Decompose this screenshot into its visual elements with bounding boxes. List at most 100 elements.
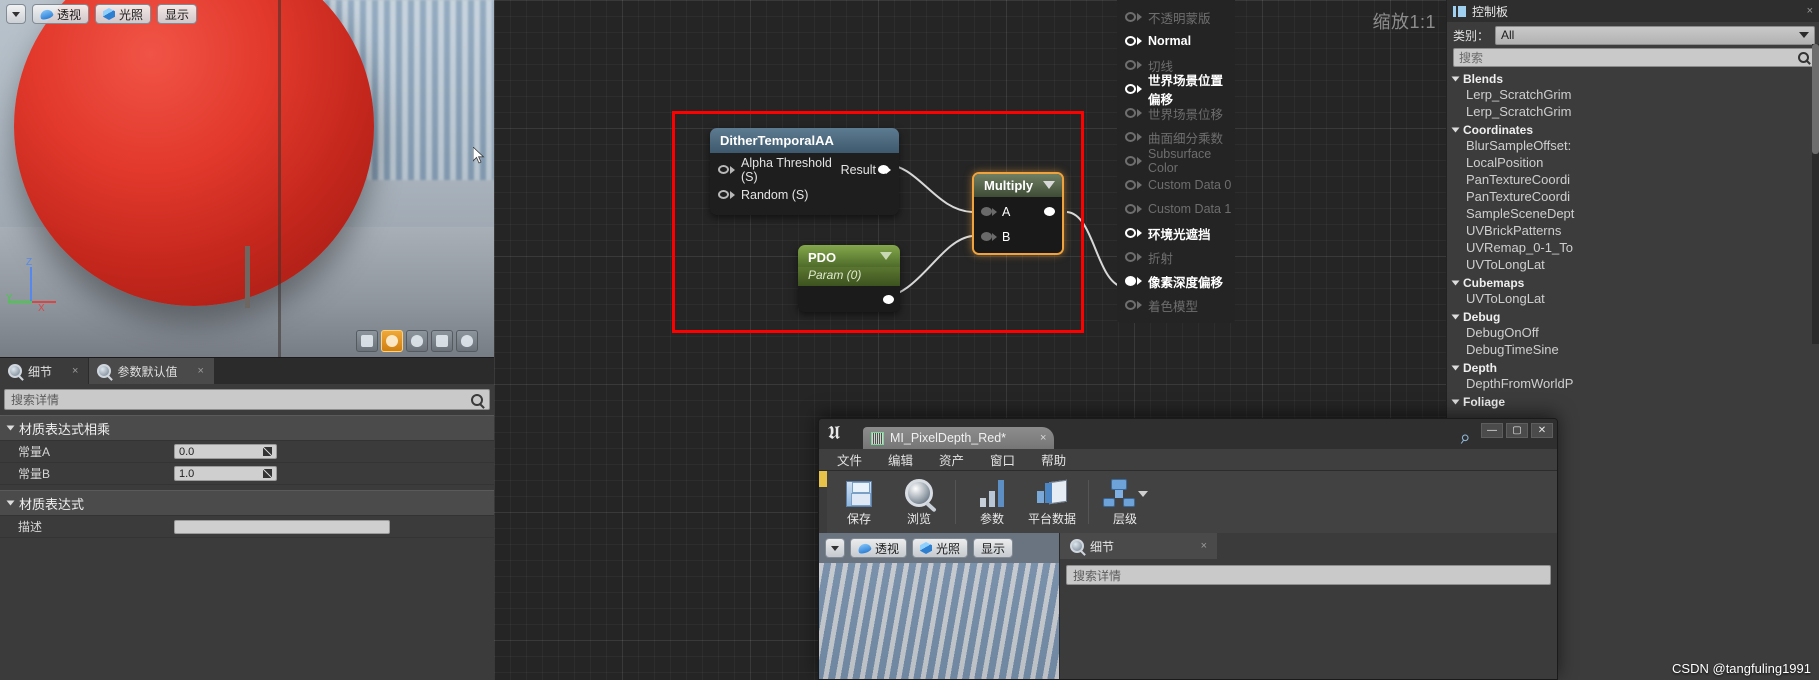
chevron-down-icon[interactable] (1138, 491, 1148, 497)
pin-tab-icon[interactable]: ⚲ (1457, 431, 1472, 448)
output-pin-icon[interactable] (1125, 108, 1136, 118)
instance-details-tab[interactable]: 细节 × (1060, 533, 1217, 559)
material-instance-editor-window[interactable]: 𝖀 MI_PixelDepth_Red* × ⚲ — ▢ ✕ 文件 编辑 资产 窗口 帮… (818, 418, 1558, 680)
material-output-pin-7[interactable]: Custom Data 0 (1117, 173, 1235, 197)
material-output-pin-11[interactable]: 像素深度偏移 (1117, 269, 1235, 293)
viewport-show-button[interactable]: 显示 (157, 4, 198, 24)
material-output-pin-9[interactable]: 环境光遮挡 (1117, 221, 1235, 245)
window-maximize-button[interactable]: ▢ (1506, 423, 1528, 438)
tab-close-icon[interactable]: × (1201, 540, 1207, 552)
palette-group-debug[interactable]: Debug (1447, 308, 1819, 325)
toolbar-save-button[interactable]: 保存 (829, 477, 889, 527)
toolbar-platform-stats-button[interactable]: 平台数据 (1022, 477, 1082, 527)
spinner-icon[interactable] (263, 469, 272, 478)
viewport-lighting-button[interactable]: 光照 (95, 4, 152, 24)
plane-preview-button[interactable] (406, 330, 428, 352)
viewport-perspective-button[interactable]: 透视 (32, 4, 90, 24)
toolbar-browse-button[interactable]: 浏览 (889, 477, 949, 527)
output-pin-icon[interactable] (1125, 252, 1136, 262)
palette-item[interactable]: DebugTimeSine (1447, 342, 1819, 359)
output-pin-icon[interactable] (1125, 12, 1136, 22)
palette-item[interactable]: DebugOnOff (1447, 325, 1819, 342)
palette-group-coordinates[interactable]: Coordinates (1447, 121, 1819, 138)
material-output-pin-12[interactable]: 着色模型 (1117, 293, 1235, 317)
palette-item[interactable]: BlurSampleOffset: (1447, 138, 1819, 155)
input-pin-alpha-threshold[interactable] (718, 165, 729, 174)
details-search-input[interactable]: 搜索详情 (4, 389, 490, 410)
output-pin-icon[interactable] (1125, 180, 1136, 190)
output-pin-icon[interactable] (1125, 84, 1136, 94)
material-output-pin-1[interactable]: Normal (1117, 29, 1235, 53)
palette-list[interactable]: Blends Lerp_ScratchGrim Lerp_ScratchGrim Co… (1447, 70, 1819, 410)
chevron-down-icon[interactable] (880, 252, 892, 260)
instance-viewport-perspective-button[interactable]: 透视 (850, 538, 908, 558)
toolbar-parameters-button[interactable]: 参数 (962, 477, 1022, 527)
tab-parameter-defaults[interactable]: 参数默认值 × (89, 358, 215, 384)
input-pin-a[interactable] (981, 207, 992, 216)
instance-viewport-lighting-button[interactable]: 光照 (912, 538, 969, 558)
tab-details[interactable]: 细节 × (0, 358, 90, 384)
custom-mesh-preview-button[interactable] (456, 330, 478, 352)
tab-close-icon[interactable]: × (1040, 432, 1046, 444)
node-multiply[interactable]: Multiply A B (972, 172, 1064, 255)
instance-preview-viewport[interactable]: 透视 光照 显示 (819, 533, 1059, 679)
palette-item[interactable]: UVBrickPatterns (1447, 223, 1819, 240)
palette-item[interactable]: UVToLongLat (1447, 257, 1819, 274)
palette-group-cubemaps[interactable]: Cubemaps (1447, 274, 1819, 291)
palette-item[interactable]: Lerp_ScratchGrim (1447, 87, 1819, 104)
material-output-pin-6[interactable]: Subsurface Color (1117, 147, 1235, 175)
chevron-down-icon[interactable] (1043, 181, 1055, 189)
menu-item-2[interactable]: 资产 (939, 450, 964, 469)
palette-group-depth[interactable]: Depth (1447, 359, 1819, 376)
node-pdo-scalar-parameter[interactable]: PDO Param (0) (798, 245, 900, 312)
input-pin-random[interactable] (718, 190, 729, 199)
material-output-pin-3[interactable]: 世界场景位置偏移 (1117, 74, 1235, 107)
palette-item[interactable]: PanTextureCoordi (1447, 172, 1819, 189)
details-group-multiply[interactable]: 材质表达式相乘 (0, 415, 494, 441)
window-titlebar[interactable]: 𝖀 MI_PixelDepth_Red* × ⚲ — ▢ ✕ (819, 419, 1557, 449)
menu-item-1[interactable]: 编辑 (888, 450, 913, 469)
input-pin-b[interactable] (981, 232, 992, 241)
viewport-options-button[interactable] (6, 4, 26, 24)
output-pin-icon[interactable] (1125, 60, 1136, 70)
palette-category-select[interactable]: All (1495, 25, 1815, 45)
palette-item[interactable]: UVToLongLat (1447, 291, 1819, 308)
material-output-pin-0[interactable]: 不透明蒙版 (1117, 5, 1235, 29)
output-pin-icon[interactable] (1125, 228, 1136, 238)
palette-item[interactable]: DepthFromWorldP (1447, 376, 1819, 393)
instance-viewport-options-button[interactable] (825, 538, 845, 558)
instance-viewport-show-button[interactable]: 显示 (973, 538, 1014, 558)
node-dither-temporal-aa[interactable]: DitherTemporalAA Alpha Threshold (S) Res… (710, 128, 899, 215)
description-input[interactable] (174, 519, 390, 534)
palette-item[interactable]: PanTextureCoordi (1447, 189, 1819, 206)
output-pin-icon[interactable] (1125, 132, 1136, 142)
menu-item-4[interactable]: 帮助 (1041, 450, 1066, 469)
window-tab-material-instance[interactable]: MI_PixelDepth_Red* × (863, 427, 1055, 449)
cylinder-preview-button[interactable] (356, 330, 378, 352)
material-output-pin-5[interactable]: 曲面细分乘数 (1117, 125, 1235, 149)
window-close-button[interactable]: ✕ (1531, 423, 1553, 438)
palette-item[interactable]: SampleSceneDept (1447, 206, 1819, 223)
palette-close-icon[interactable]: × (1807, 5, 1813, 17)
material-output-node[interactable]: 不透明蒙版 Normal 切线 世界场景位置偏移 世界场景位移 曲面细分乘数 Subsurf… (1117, 0, 1235, 323)
const-b-input[interactable]: 1.0 (174, 466, 277, 481)
output-pin-icon[interactable] (1125, 204, 1136, 214)
material-output-pin-8[interactable]: Custom Data 1 (1117, 197, 1235, 221)
palette-item[interactable]: LocalPosition (1447, 155, 1819, 172)
tab-close-icon[interactable]: × (72, 365, 78, 377)
const-a-input[interactable]: 0.0 (174, 444, 277, 459)
tab-close-icon[interactable]: × (197, 365, 203, 377)
menu-item-0[interactable]: 文件 (837, 450, 862, 469)
palette-item[interactable]: Lerp_ScratchGrim (1447, 104, 1819, 121)
palette-group-blends[interactable]: Blends (1447, 70, 1819, 87)
palette-scrollbar[interactable] (1812, 44, 1819, 344)
toolbar-hierarchy-button[interactable]: 层级 (1095, 477, 1155, 527)
sphere-preview-button[interactable] (381, 330, 403, 352)
output-pin-icon[interactable] (1125, 300, 1136, 310)
material-preview-viewport[interactable]: Z X Y 透视 光照 显示 (0, 0, 494, 357)
output-pin-icon[interactable] (1125, 276, 1136, 286)
palette-search-input[interactable]: 搜索 (1453, 48, 1815, 67)
window-minimize-button[interactable]: — (1481, 423, 1503, 438)
details-group-expression[interactable]: 材质表达式 (0, 490, 494, 516)
instance-details-search-input[interactable]: 搜索详情 (1066, 565, 1551, 585)
